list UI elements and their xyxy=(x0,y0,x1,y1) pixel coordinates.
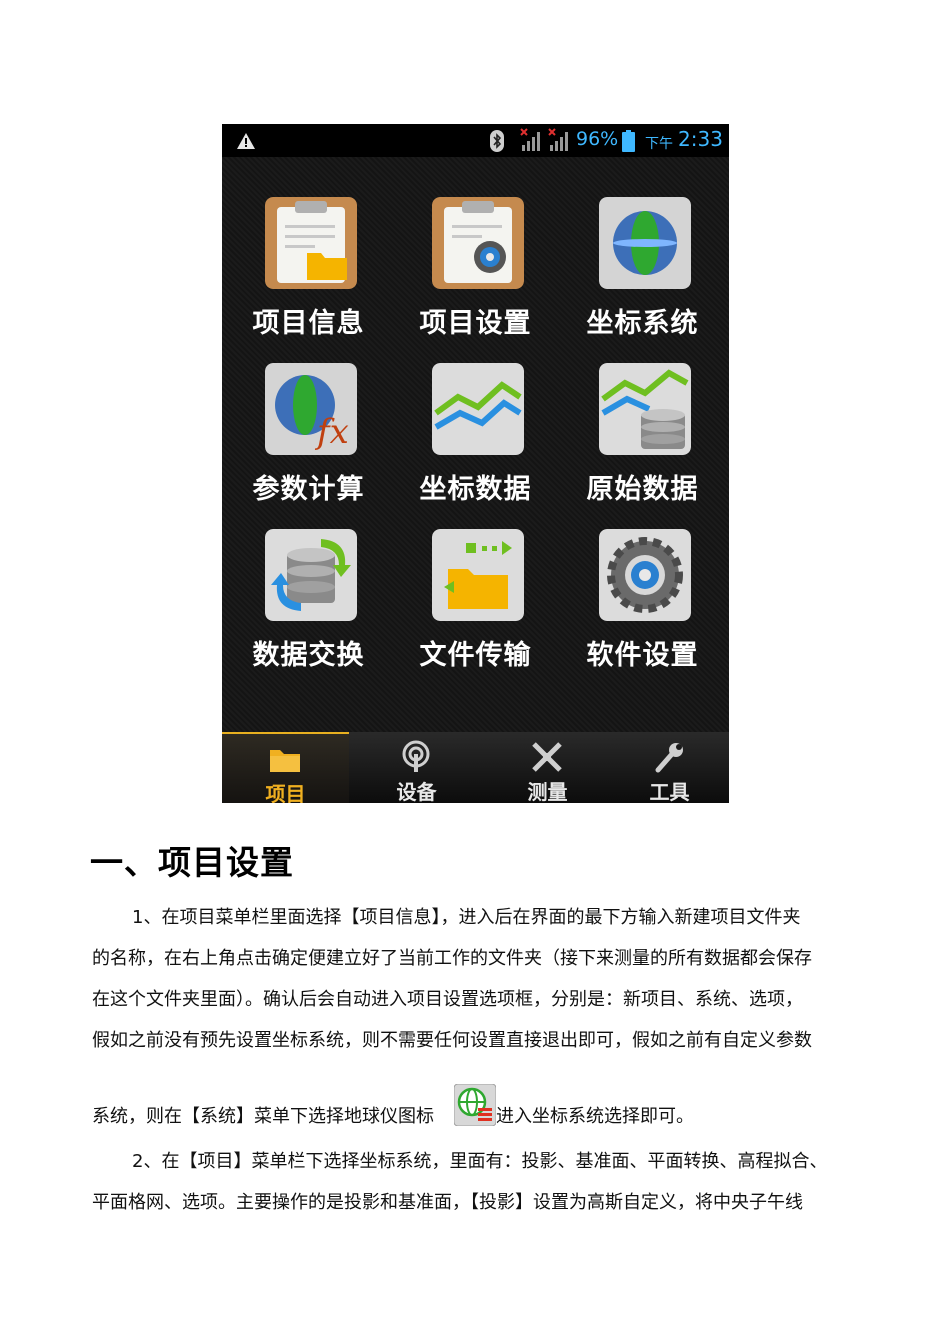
am-pm-label: 下午 xyxy=(645,136,673,152)
paragraph-line: 系统，则在【系统】菜单下选择地球仪图标 xyxy=(92,1106,434,1127)
clock-time: 2:33 xyxy=(678,127,723,151)
line-chart-icon xyxy=(432,363,524,455)
menu-item-coordinate-system[interactable]: 坐标系统 xyxy=(559,157,726,339)
section-heading: 一、项目设置 xyxy=(90,843,294,882)
paragraph-line: 2、在【项目】菜单栏下选择坐标系统，里面有：投影、基准面、平面转换、高程拟合、 xyxy=(132,1151,828,1172)
warning-icon xyxy=(237,133,255,149)
tab-tools[interactable]: 工具 xyxy=(606,732,729,803)
bottom-tab-bar: 项目 设备 测量 工具 xyxy=(222,732,729,803)
tab-survey[interactable]: 测量 xyxy=(484,732,611,803)
signal-icon xyxy=(520,128,540,151)
menu-item-label: 文件传输 xyxy=(419,640,532,671)
paragraph-line: 假如之前没有预先设置坐标系统，则不需要任何设置直接退出即可，假如之前有自定义参数 xyxy=(92,1030,812,1051)
globe-icon xyxy=(599,197,691,289)
paragraph-line: 1、在项目菜单栏里面选择【项目信息】，进入后在界面的最下方输入新建项目文件夹 xyxy=(132,907,801,928)
tab-project[interactable]: 项目 xyxy=(222,732,349,803)
clipboard-gear-icon xyxy=(432,197,524,289)
clipboard-folder-icon xyxy=(265,197,357,289)
menu-item-label: 软件设置 xyxy=(586,640,699,671)
paragraph-line: 平面格网、选项。主要操作的是投影和基准面，【投影】设置为高斯自定义，将中央子午线 xyxy=(92,1192,803,1213)
menu-item-project-settings[interactable]: 项目设置 xyxy=(392,157,559,339)
paragraph-line: 进入坐标系统选择即可。 xyxy=(496,1106,694,1127)
menu-item-data-exchange[interactable]: 数据交换 xyxy=(225,489,392,671)
tab-label: 项目 xyxy=(265,782,306,803)
database-exchange-icon xyxy=(265,529,357,621)
menu-item-coordinate-data[interactable]: 坐标数据 xyxy=(392,323,559,505)
svg-text:fx: fx xyxy=(314,412,349,452)
wrench-icon xyxy=(655,743,683,773)
tab-device[interactable]: 设备 xyxy=(353,732,480,803)
gear-icon xyxy=(599,529,691,621)
paragraph-line: 在这个文件夹里面）。确认后会自动进入项目设置选项框，分别是：新项目、系统、选项， xyxy=(92,989,803,1010)
menu-item-project-info[interactable]: 项目信息 xyxy=(225,157,392,339)
menu-item-file-transfer[interactable]: 文件传输 xyxy=(392,489,559,671)
signal-icon xyxy=(548,128,568,151)
battery-icon xyxy=(622,130,635,152)
status-bar: 96% 下午 2:33 xyxy=(222,124,729,157)
chart-database-icon xyxy=(599,363,691,455)
globe-fx-icon: fx xyxy=(265,363,357,455)
phone-screenshot: 96% 下午 2:33 项目信息 项目设置 坐标系统 fx 参数计算 坐标数据 … xyxy=(222,124,729,803)
menu-grid: 项目信息 项目设置 坐标系统 fx 参数计算 坐标数据 原始数据 数据交换 文件… xyxy=(222,157,729,732)
tab-label: 工具 xyxy=(649,780,690,803)
folder-icon xyxy=(270,750,300,772)
menu-item-label: 数据交换 xyxy=(252,640,365,671)
folder-transfer-icon xyxy=(432,529,524,621)
battery-percent: 96% xyxy=(576,128,619,150)
tab-label: 设备 xyxy=(396,780,437,803)
menu-item-parameter-calc[interactable]: fx 参数计算 xyxy=(225,323,392,505)
globe-list-icon xyxy=(454,1084,496,1126)
menu-item-raw-data[interactable]: 原始数据 xyxy=(559,323,726,505)
survey-tools-icon xyxy=(532,742,562,772)
paragraph-line: 的名称，在右上角点击确定便建立好了当前工作的文件夹（接下来测量的所有数据都会保存 xyxy=(92,948,812,969)
menu-item-software-settings[interactable]: 软件设置 xyxy=(559,489,726,671)
tab-label: 测量 xyxy=(527,780,568,803)
bluetooth-icon xyxy=(490,130,504,152)
antenna-icon xyxy=(402,740,430,772)
